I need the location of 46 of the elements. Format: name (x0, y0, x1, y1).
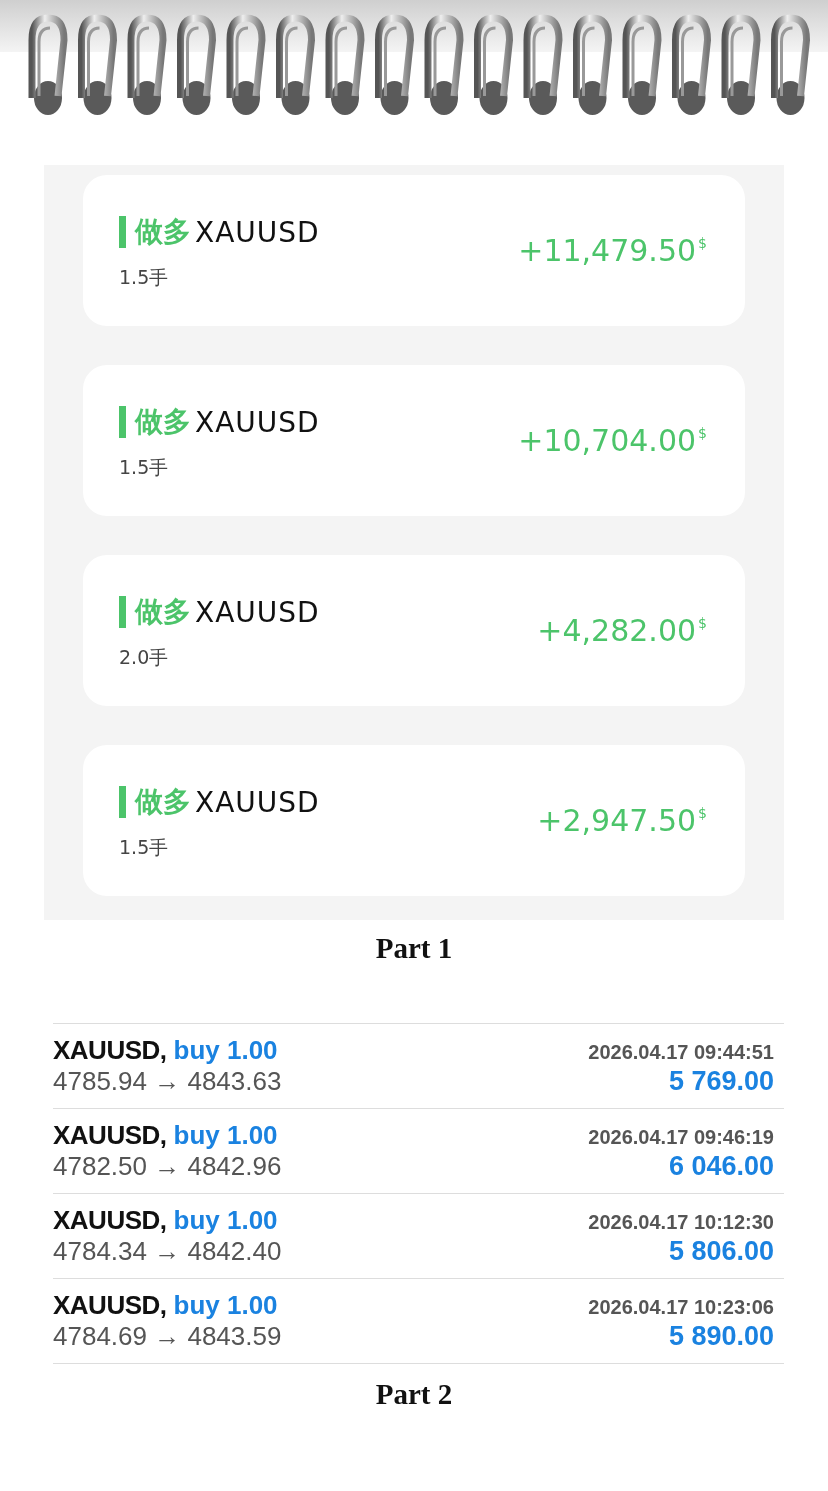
profit-amount: 5 806.00 (668, 1236, 774, 1267)
currency-sign: $ (698, 425, 707, 441)
symbol-label: XAUUSD, (53, 1035, 167, 1066)
symbol-label: XAUUSD, (53, 1205, 167, 1236)
direction-label: 做多 (135, 404, 191, 440)
long-marker-icon (119, 216, 126, 248)
symbol-label: XAUUSD (195, 595, 320, 629)
long-marker-icon (119, 596, 126, 628)
symbol-label: XAUUSD, (53, 1120, 167, 1151)
profit-amount: 5 769.00 (668, 1066, 774, 1097)
profit-amount: +11,479.50 (518, 233, 697, 268)
lot-size: 1.5手 (119, 455, 170, 480)
lot-size: 1.5手 (119, 835, 170, 860)
symbol-label: XAUUSD, (53, 1290, 167, 1321)
order-label: buy 1.00 (173, 1290, 278, 1321)
direction-label: 做多 (135, 214, 191, 250)
order-label: buy 1.00 (173, 1035, 278, 1066)
profit-amount: +4,282.00 (537, 613, 697, 648)
price-range: 4785.94 → 4843.63 (53, 1066, 282, 1097)
trade-time: 2026.04.17 10:23:06 (588, 1296, 774, 1319)
long-marker-icon (119, 786, 126, 818)
symbol-label: XAUUSD (195, 405, 320, 439)
profit-amount: 6 046.00 (668, 1151, 774, 1182)
trade-time: 2026.04.17 09:46:19 (588, 1126, 774, 1149)
order-label: buy 1.00 (173, 1205, 278, 1236)
currency-sign: $ (698, 235, 707, 251)
price-range: 4784.34 → 4842.40 (53, 1236, 282, 1267)
direction-label: 做多 (135, 594, 191, 630)
profit-amount: +2,947.50 (537, 803, 697, 838)
symbol-label: XAUUSD (195, 215, 320, 249)
trade-time: 2026.04.17 09:44:51 (588, 1041, 774, 1064)
order-label: buy 1.00 (173, 1120, 278, 1151)
profit-amount: 5 890.00 (668, 1321, 774, 1352)
trade-time: 2026.04.17 10:12:30 (588, 1211, 774, 1234)
caption: Part 1 (374, 932, 454, 965)
currency-sign: $ (698, 615, 707, 631)
lot-size: 2.0手 (119, 645, 170, 670)
lot-size: 1.5手 (119, 265, 170, 290)
long-marker-icon (119, 406, 126, 438)
price-range: 4784.69 → 4843.59 (53, 1321, 282, 1352)
currency-sign: $ (698, 805, 707, 821)
profit-amount: +10,704.00 (518, 423, 697, 458)
caption: Part 2 (374, 1378, 454, 1411)
direction-label: 做多 (135, 784, 191, 820)
price-range: 4782.50 → 4842.96 (53, 1151, 282, 1182)
symbol-label: XAUUSD (195, 785, 320, 819)
